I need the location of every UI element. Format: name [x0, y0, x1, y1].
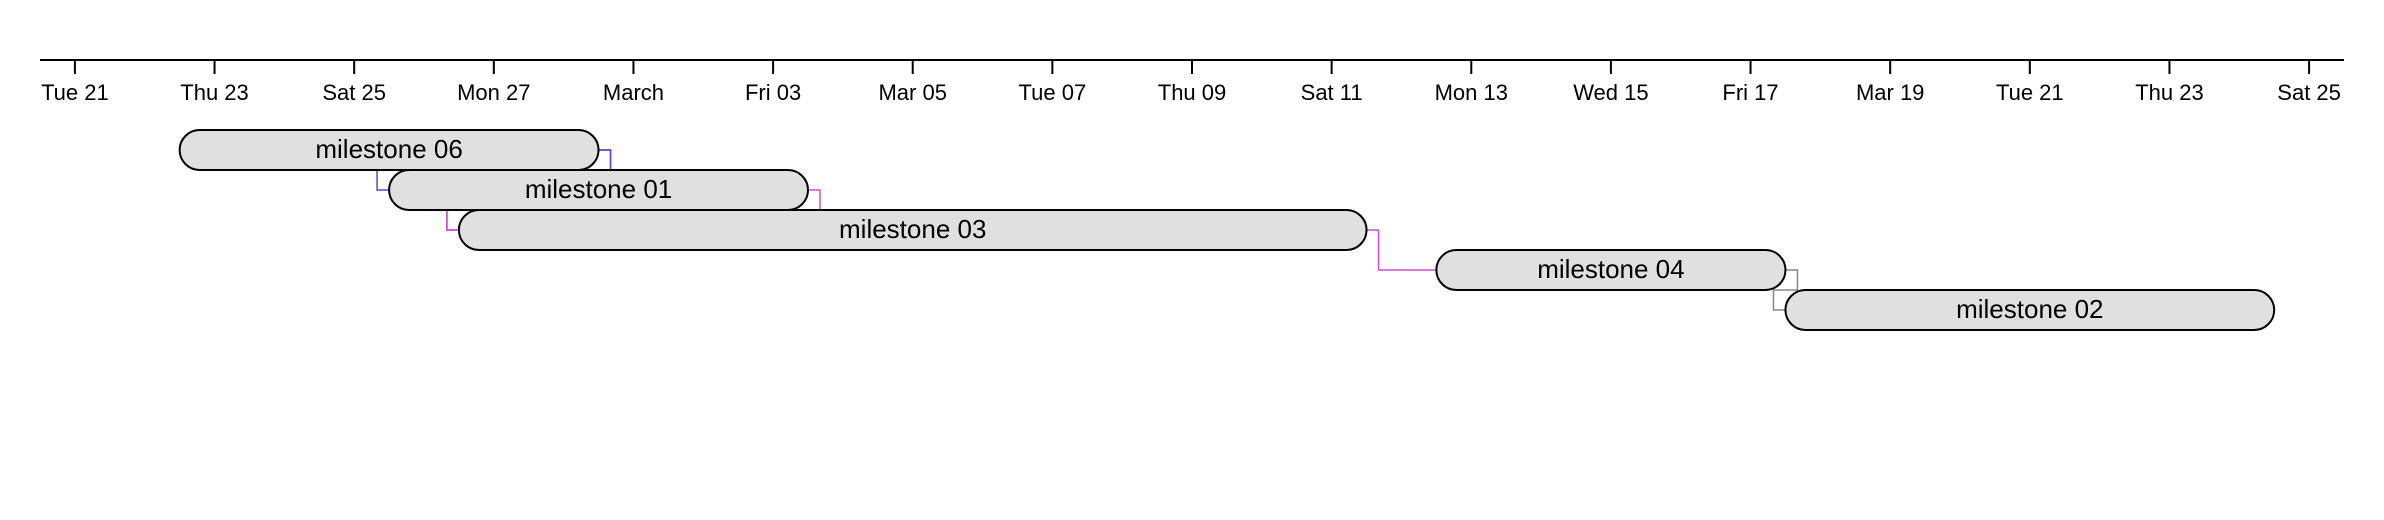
task-label: milestone 04	[1537, 254, 1684, 284]
task-bars: milestone 06 milestone 01 milestone 03 mile…	[180, 130, 2275, 330]
axis-tick-label: Mon 13	[1435, 80, 1508, 105]
axis-tick-label: Fri 03	[745, 80, 801, 105]
axis-tick-label: Wed 15	[1573, 80, 1648, 105]
time-axis: Tue 21 Thu 23 Sat 25 Mon 27 March Fri 03 Mar 0…	[40, 60, 2344, 105]
task-bar[interactable]: milestone 06	[180, 130, 599, 170]
task-label: milestone 01	[525, 174, 672, 204]
axis-tick-label: Thu 09	[1158, 80, 1227, 105]
task-bar[interactable]: milestone 02	[1785, 290, 2274, 330]
axis-tick-label: Sat 11	[1301, 80, 1363, 105]
axis-tick-label: Tue 07	[1019, 80, 1087, 105]
axis-tick-label: Thu 23	[180, 80, 249, 105]
dependency-line	[1367, 230, 1437, 270]
task-label: milestone 03	[839, 214, 986, 244]
axis-tick-label: Thu 23	[2135, 80, 2204, 105]
axis-tick-label: Mon 27	[457, 80, 530, 105]
task-bar[interactable]: milestone 01	[389, 170, 808, 210]
axis-tick-label: Sat 25	[322, 80, 386, 105]
task-bar[interactable]: milestone 03	[459, 210, 1367, 250]
task-label: milestone 02	[1956, 294, 2103, 324]
axis-tick-label: Sat 25	[2277, 80, 2341, 105]
axis-tick-label: Tue 21	[1996, 80, 2064, 105]
axis-tick-label: Mar 05	[878, 80, 946, 105]
axis-tick-label: March	[603, 80, 664, 105]
gantt-chart: Tue 21 Thu 23 Sat 25 Mon 27 March Fri 03 Mar 0…	[0, 0, 2384, 520]
axis-tick-label: Fri 17	[1722, 80, 1778, 105]
task-bar[interactable]: milestone 04	[1436, 250, 1785, 290]
task-label: milestone 06	[315, 134, 462, 164]
axis-tick-label: Mar 19	[1856, 80, 1924, 105]
axis-tick-label: Tue 21	[41, 80, 109, 105]
